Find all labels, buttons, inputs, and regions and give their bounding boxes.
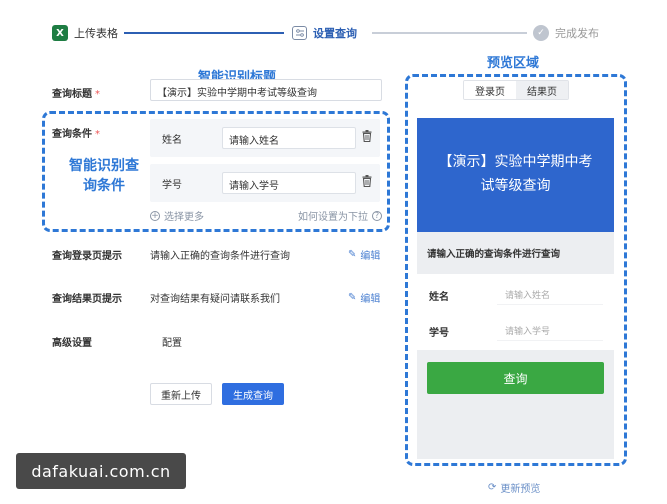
preview-prompt: 请输入正确的查询条件进行查询	[427, 249, 561, 260]
preview-field-name: 姓名 请输入姓名	[417, 276, 614, 312]
condition-id-input[interactable]: 请输入学号	[222, 172, 356, 194]
preview-query-button[interactable]: 查询	[427, 362, 604, 394]
refresh-label: 更新预览	[500, 484, 541, 495]
result-tip-value: 对查询结果有疑问请联系我们	[150, 294, 280, 305]
condition-row-id: 学号 请输入学号	[150, 164, 380, 202]
question-icon: ?	[372, 210, 382, 221]
advanced-label: 高级设置	[52, 338, 92, 349]
edit-label: 编辑	[360, 294, 381, 305]
preview-field-label: 姓名	[429, 292, 449, 303]
howto-label: 如何设置为下拉	[298, 212, 368, 223]
progress-stepper: X 上传表格 设置查询 ✓ 完成发布	[52, 22, 612, 44]
edit-login-tip-button[interactable]: ✎ 编辑	[348, 247, 380, 262]
trash-icon[interactable]	[362, 130, 372, 144]
select-more-label: 选择更多	[164, 212, 204, 223]
preview-name-input[interactable]: 请输入姓名	[497, 283, 603, 305]
select-more-link[interactable]: + 选择更多	[150, 208, 204, 223]
refresh-icon: ⟳	[488, 482, 497, 493]
condition-name: 学号	[162, 180, 182, 191]
plus-circle-icon: +	[150, 210, 160, 221]
preview-banner-title-line1: 【演示】实验中学期中考	[438, 154, 593, 170]
trash-icon[interactable]	[362, 175, 372, 189]
edit-result-tip-button[interactable]: ✎ 编辑	[348, 290, 380, 305]
preview-form: 姓名 请输入姓名 学号 请输入学号	[417, 274, 614, 350]
settings-panel-icon	[292, 26, 307, 40]
step-settings[interactable]: 设置查询	[292, 22, 357, 44]
step-publish[interactable]: ✓ 完成发布	[533, 22, 599, 44]
reupload-button[interactable]: 重新上传	[150, 383, 212, 405]
advanced-config-link[interactable]: 配置	[162, 334, 182, 349]
conditions-label: 查询条件 *	[52, 129, 100, 140]
preview-field-id: 学号 请输入学号	[417, 312, 614, 348]
result-tip-label: 查询结果页提示	[52, 294, 122, 305]
condition-name-input[interactable]: 请输入姓名	[222, 127, 356, 149]
preview-field-label: 学号	[429, 328, 449, 339]
stepper-line-done	[124, 32, 284, 34]
title-input[interactable]: 【演示】实验中学期中考试等级查询	[150, 79, 382, 101]
condition-name: 姓名	[162, 135, 182, 146]
check-circle-icon: ✓	[533, 25, 549, 41]
preview-id-input[interactable]: 请输入学号	[497, 319, 603, 341]
annotation-preview: 预览区域	[487, 56, 540, 71]
howto-dropdown-link[interactable]: 如何设置为下拉 ?	[298, 208, 382, 223]
step-publish-label: 完成发布	[555, 27, 599, 40]
tab-result-page[interactable]: 结果页	[516, 81, 568, 99]
preview-banner: 【演示】实验中学期中考 试等级查询	[417, 118, 614, 232]
step-upload[interactable]: X 上传表格	[52, 22, 118, 44]
edit-label: 编辑	[360, 251, 381, 262]
login-tip-label: 查询登录页提示	[52, 251, 122, 262]
condition-row-name: 姓名 请输入姓名	[150, 119, 380, 157]
generate-query-button[interactable]: 生成查询	[222, 383, 284, 405]
login-tip-value: 请输入正确的查询条件进行查询	[150, 251, 290, 262]
tab-login-page[interactable]: 登录页	[464, 81, 516, 99]
pencil-icon: ✎	[348, 249, 357, 260]
stepper-line-pending	[372, 32, 527, 34]
phone-preview: 【演示】实验中学期中考 试等级查询 请输入正确的查询条件进行查询 姓名 请输入姓…	[417, 118, 614, 459]
excel-icon: X	[52, 25, 68, 41]
title-label: 查询标题 *	[52, 89, 100, 100]
step-upload-label: 上传表格	[74, 27, 118, 40]
preview-tabs: 登录页 结果页	[463, 80, 569, 100]
pencil-icon: ✎	[348, 292, 357, 303]
refresh-preview-button[interactable]: ⟳ 更新预览	[488, 480, 540, 495]
watermark: dafakuai.com.cn	[16, 453, 186, 489]
step-settings-label: 设置查询	[313, 27, 357, 40]
preview-banner-title-line2: 试等级查询	[480, 178, 551, 194]
